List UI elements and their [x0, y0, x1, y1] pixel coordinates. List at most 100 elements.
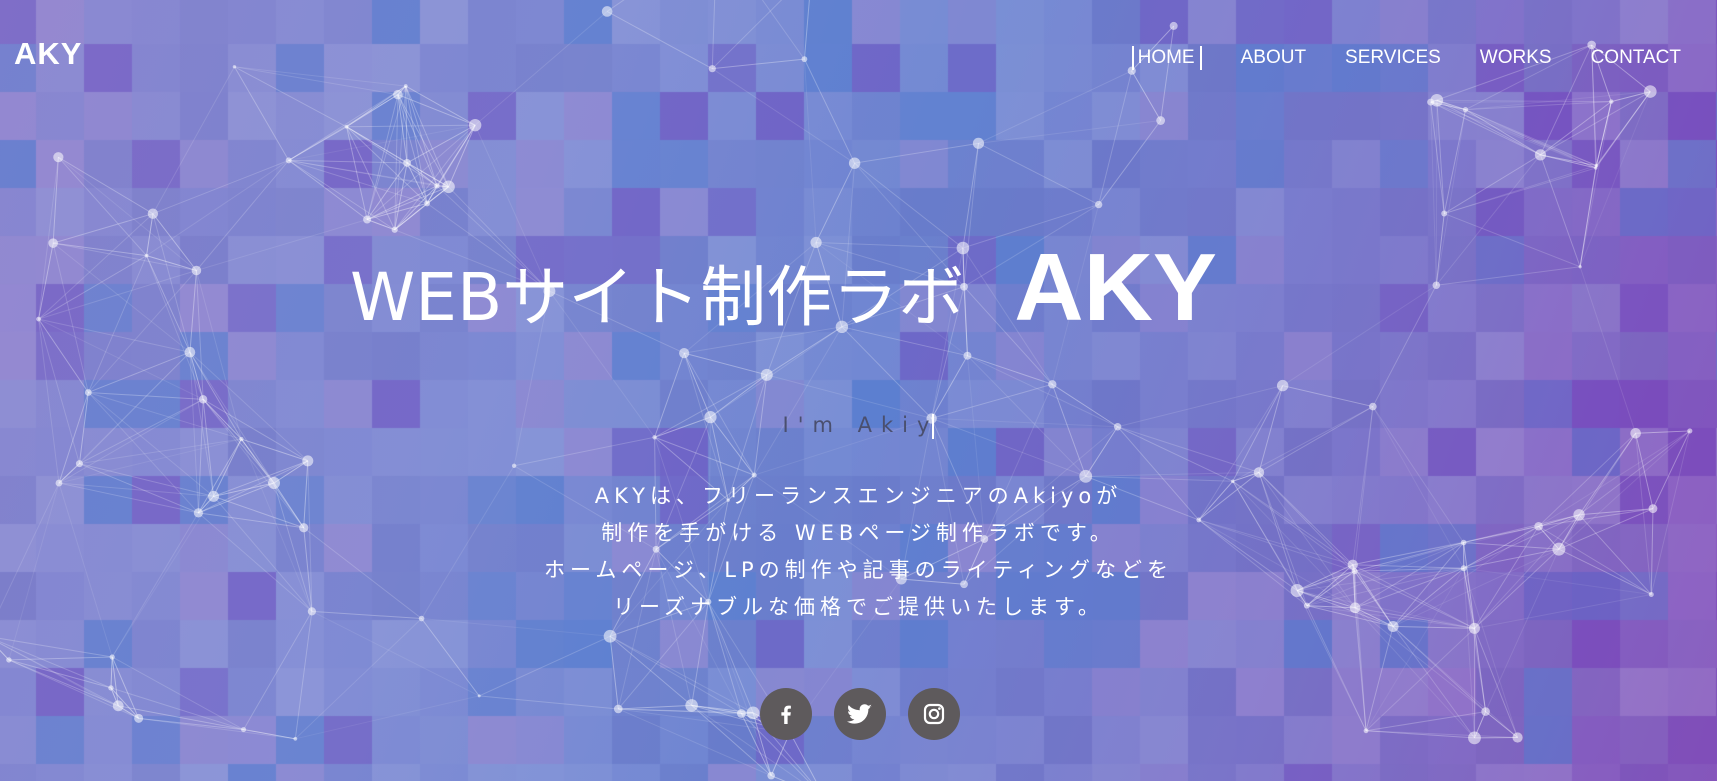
network-dot [511, 463, 517, 468]
nav-item-home[interactable]: HOME [1131, 46, 1202, 70]
site-logo[interactable]: AKY [14, 38, 82, 69]
network-line [1430, 102, 1437, 286]
network-line [1579, 91, 1651, 267]
network-dot [442, 180, 455, 194]
network-dot [1441, 210, 1448, 217]
network-line [803, 58, 856, 164]
network-dot [84, 389, 92, 396]
network-dot [285, 157, 292, 164]
nav-item-services[interactable]: SERVICES [1345, 46, 1441, 70]
network-line [234, 66, 399, 96]
network-line [684, 352, 767, 376]
network-line [1443, 154, 1541, 214]
network-line [288, 159, 368, 220]
network-line [1282, 284, 1437, 387]
network-line [606, 11, 713, 70]
network-line [1435, 213, 1445, 286]
description-line: ホームページ、LPの制作や記事のライティングなどを [543, 558, 1173, 582]
network-line [978, 142, 1099, 206]
network-line [841, 326, 933, 419]
network-dot [36, 316, 41, 322]
network-dot [393, 89, 403, 100]
network-dot [198, 395, 208, 404]
network-dot [767, 771, 775, 780]
network-line [1579, 101, 1612, 267]
network-dot [760, 368, 773, 381]
nav-item-contact[interactable]: CONTACT [1591, 46, 1681, 70]
network-dot [302, 455, 314, 467]
network-line [346, 94, 399, 128]
network-line [606, 0, 625, 12]
network-line [962, 143, 979, 249]
network-dot [75, 460, 83, 468]
network-line [196, 219, 368, 271]
network-line [0, 637, 113, 658]
hero-title: WEBサイト制作ラボ AKY [350, 240, 1217, 336]
network-line [1435, 109, 1466, 286]
network-dot [403, 84, 408, 88]
network-line [803, 59, 817, 243]
network-line [38, 157, 59, 320]
hero-title-brand: AKY [1014, 234, 1217, 341]
network-line [38, 213, 154, 320]
network-dot [109, 654, 115, 660]
network-line [1579, 266, 1637, 434]
network-line [196, 160, 290, 271]
network-dot [963, 351, 972, 360]
nav-item-works[interactable]: WORKS [1480, 46, 1552, 70]
network-dot [6, 657, 12, 663]
network-line [52, 243, 89, 393]
network-line [152, 213, 197, 271]
network-dot [144, 253, 149, 258]
tagline-text: I'm Akiy [782, 413, 939, 437]
network-line [1444, 165, 1597, 215]
network-dot [679, 347, 690, 359]
network-dot [1462, 107, 1469, 113]
network-line [8, 656, 113, 661]
network-dot [1609, 99, 1614, 104]
network-line [710, 326, 843, 418]
network-line [38, 318, 204, 400]
network-line [654, 436, 755, 476]
network-line [288, 159, 408, 164]
network-line [1098, 70, 1133, 205]
description-line: 制作を手がける WEBページ制作ラボです。 [601, 521, 1116, 545]
description-line: リーズナブルな価格でご提供いたします。 [613, 595, 1104, 619]
network-dot [848, 157, 861, 169]
facebook-button[interactable] [760, 688, 812, 740]
network-line [448, 124, 476, 188]
network-dot [603, 629, 617, 643]
hero-title-text: WEBサイト制作ラボ [350, 259, 965, 336]
instagram-button[interactable] [908, 688, 960, 740]
network-line [146, 213, 154, 256]
network-line [770, 775, 786, 781]
network-dot [1594, 163, 1599, 168]
network-dot [344, 124, 349, 129]
network-line [711, 0, 716, 69]
network-dot [232, 65, 237, 69]
network-line [58, 156, 154, 215]
nav-item-about[interactable]: ABOUT [1241, 46, 1306, 70]
network-dot [1644, 85, 1657, 98]
network-dot [1048, 380, 1057, 389]
description-line: AKYは、フリーランスエンジニアのAkiyoが [594, 484, 1123, 508]
network-line [1443, 109, 1466, 214]
network-line [87, 255, 148, 393]
network-line [1435, 100, 1438, 286]
network-dot [1276, 379, 1289, 392]
network-line [1436, 266, 1581, 286]
facebook-icon [781, 705, 791, 724]
network-dot [1156, 116, 1166, 125]
network-line [110, 656, 113, 688]
network-line [38, 319, 60, 484]
network-line [405, 85, 450, 188]
network-line [52, 157, 59, 244]
network-line [152, 66, 235, 214]
network-dot [53, 152, 64, 163]
network-dot [801, 56, 808, 63]
network-line [1465, 109, 1597, 167]
network-line [1539, 154, 1581, 267]
network-line [1160, 25, 1175, 121]
twitter-button[interactable] [834, 688, 886, 740]
twitter-icon [847, 704, 872, 724]
